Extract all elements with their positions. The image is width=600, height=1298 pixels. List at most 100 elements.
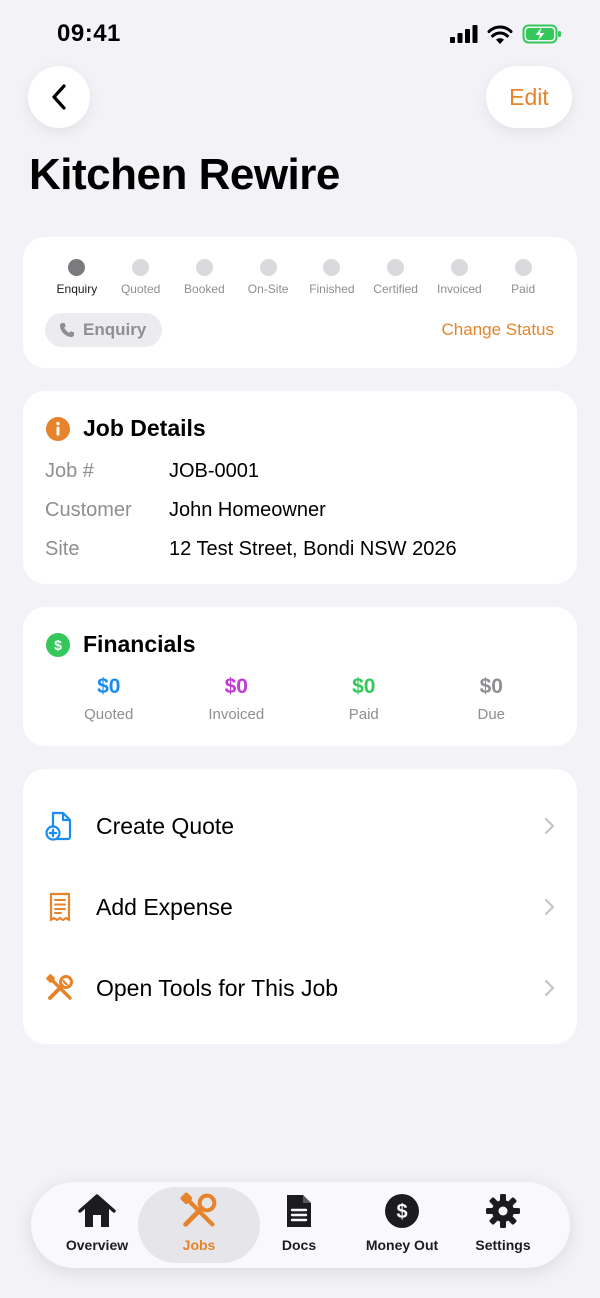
tab-settings[interactable]: Settings: [459, 1182, 547, 1268]
detail-label: Job #: [45, 460, 94, 482]
edit-button[interactable]: Edit: [486, 66, 572, 128]
tab-bar: Overview Jobs Docs $ Money Out Settings: [31, 1182, 570, 1268]
financial-amount: $0: [352, 675, 376, 698]
step-label: Paid: [511, 282, 536, 296]
step-enquiry[interactable]: Enquiry: [45, 259, 109, 296]
step-finished[interactable]: Finished: [300, 259, 364, 296]
tools-icon: [45, 973, 75, 1003]
back-button[interactable]: [28, 66, 90, 128]
financial-label: Quoted: [84, 706, 134, 723]
step-dot: [132, 259, 150, 276]
wifi-icon: [487, 25, 513, 44]
svg-text:$: $: [396, 1201, 407, 1223]
tools-icon: [179, 1191, 219, 1231]
detail-row-customer: Customer John Homeowner: [45, 499, 326, 522]
tab-overview[interactable]: Overview: [53, 1182, 141, 1268]
financial-amount: $0: [479, 675, 503, 698]
house-icon: [77, 1191, 117, 1231]
step-label: Certified: [373, 282, 418, 296]
chevron-left-icon: [52, 84, 66, 110]
chevron-right-icon: [544, 898, 555, 916]
financial-paid: $0 Paid: [300, 675, 428, 723]
job-detail-screen: 09:41 Edit Kitchen Rewire Enquiry Quoted…: [0, 0, 600, 1298]
page-title: Kitchen Rewire: [29, 150, 340, 199]
info-icon: [46, 416, 70, 441]
detail-value: John Homeowner: [169, 499, 326, 521]
step-dot: [323, 259, 341, 276]
financial-due: $0 Due: [428, 675, 556, 723]
step-label: Enquiry: [56, 282, 98, 296]
step-label: Quoted: [120, 282, 161, 296]
chevron-right-icon: [544, 979, 555, 997]
tab-jobs[interactable]: Jobs: [154, 1182, 244, 1268]
step-invoiced[interactable]: Invoiced: [428, 259, 492, 296]
action-label: Create Quote: [96, 812, 235, 839]
step-label: Invoiced: [437, 282, 482, 296]
receipt-icon: [45, 892, 75, 922]
cellular-signal-icon: [450, 25, 478, 43]
current-status-badge: Enquiry: [45, 313, 163, 347]
svg-text:$: $: [54, 637, 62, 653]
tab-label: Docs: [281, 1237, 317, 1253]
step-quoted[interactable]: Quoted: [109, 259, 173, 296]
financial-label: Invoiced: [208, 706, 265, 723]
step-dot: [514, 259, 532, 276]
create-quote-row[interactable]: Create Quote: [23, 786, 577, 866]
step-label: Booked: [184, 282, 225, 296]
job-details-title: Job Details: [83, 415, 206, 441]
dollar-circle-icon: $: [382, 1191, 422, 1231]
step-dot: [68, 259, 86, 276]
action-label: Add Expense: [96, 893, 233, 920]
dollar-icon: $: [46, 632, 70, 657]
phone-icon: [60, 323, 74, 337]
financial-label: Due: [477, 706, 506, 723]
step-on-site[interactable]: On-Site: [236, 259, 300, 296]
status-bar: 09:41: [0, 0, 600, 64]
tab-money-out[interactable]: $ Money Out: [354, 1182, 450, 1268]
detail-row-site: Site 12 Test Street, Bondi NSW 2026: [45, 538, 457, 561]
status-progress-card: Enquiry Quoted Booked On-Site Finished C…: [23, 237, 577, 368]
status-icons: [450, 24, 562, 44]
step-certified[interactable]: Certified: [364, 259, 428, 296]
current-status-label: Enquiry: [83, 320, 147, 339]
detail-value: JOB-0001: [169, 460, 260, 482]
financials-summary: $0 Quoted $0 Invoiced $0 Paid $0 Due: [45, 675, 555, 723]
step-dot: [387, 259, 405, 276]
detail-label: Customer: [45, 499, 132, 521]
detail-label: Site: [45, 538, 80, 560]
financials-title: Financials: [83, 631, 196, 657]
battery-charging-icon: [522, 24, 561, 44]
add-expense-row[interactable]: Add Expense: [23, 867, 577, 947]
financial-amount: $0: [224, 675, 248, 698]
tab-label: Money Out: [365, 1237, 439, 1253]
step-label: Finished: [309, 282, 355, 296]
step-dot: [195, 259, 213, 276]
step-paid[interactable]: Paid: [491, 259, 555, 296]
status-stepper: Enquiry Quoted Booked On-Site Finished C…: [45, 259, 555, 296]
action-label: Open Tools for This Job: [96, 974, 339, 1001]
chevron-right-icon: [544, 817, 555, 835]
step-label: On-Site: [247, 282, 289, 296]
change-status-button[interactable]: Change Status: [442, 320, 554, 340]
job-details-card: Job Details Job # JOB-0001 Customer John…: [23, 391, 577, 584]
open-tools-row[interactable]: Open Tools for This Job: [23, 948, 577, 1028]
document-plus-icon: [45, 811, 75, 841]
tab-docs[interactable]: Docs: [255, 1182, 343, 1268]
step-dot: [259, 259, 277, 276]
financial-invoiced: $0 Invoiced: [173, 675, 301, 723]
financials-card: $ Financials $0 Quoted $0 Invoiced $0 Pa…: [23, 607, 577, 746]
financial-amount: $0: [97, 675, 121, 698]
document-icon: [279, 1191, 319, 1231]
detail-row-job-number: Job # JOB-0001: [45, 460, 259, 483]
status-time: 09:41: [57, 20, 121, 47]
step-dot: [450, 259, 468, 276]
job-actions-card: Create Quote Add Expense Open Tools for …: [23, 769, 577, 1044]
financial-quoted: $0 Quoted: [45, 675, 173, 723]
tab-label: Overview: [65, 1237, 129, 1253]
tab-label: Settings: [475, 1237, 531, 1253]
detail-value: 12 Test Street, Bondi NSW 2026: [169, 538, 457, 560]
financial-label: Paid: [348, 706, 379, 723]
gear-icon: [483, 1191, 523, 1231]
job-details-header: Job Details: [46, 415, 206, 442]
step-booked[interactable]: Booked: [173, 259, 237, 296]
